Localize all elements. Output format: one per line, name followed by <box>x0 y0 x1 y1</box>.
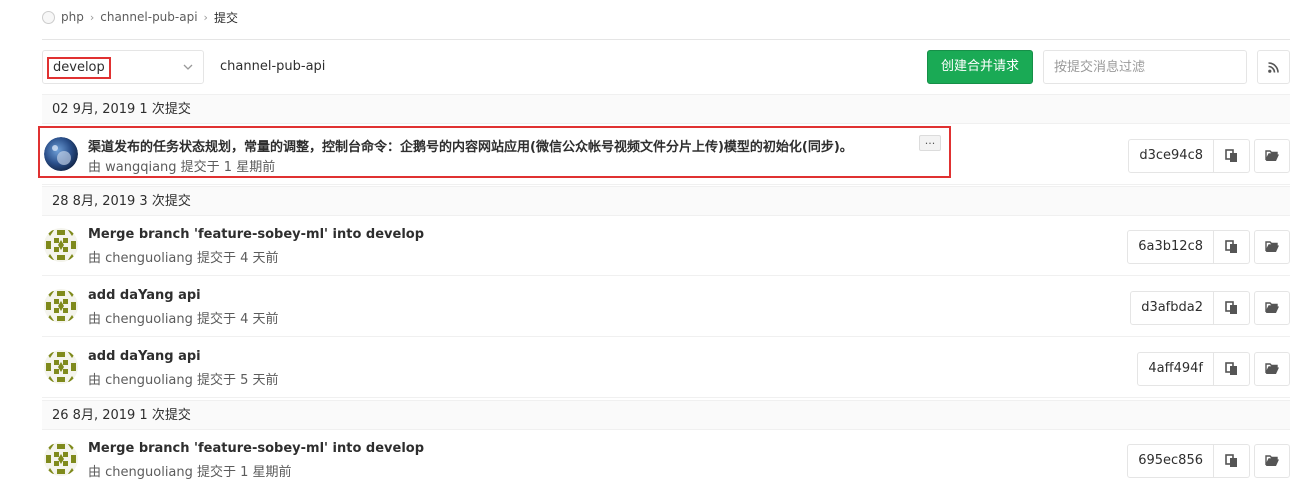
copy-icon <box>1225 240 1237 253</box>
commit-sha-link[interactable]: 4aff494f <box>1137 352 1214 386</box>
commit-title[interactable]: add daYang api <box>88 288 201 303</box>
commit-row[interactable]: add daYang api 由 chenguoliang 提交于 5 天前 4… <box>42 338 1290 398</box>
commit-filter-input[interactable] <box>1043 50 1247 84</box>
copy-sha-button[interactable] <box>1214 139 1250 173</box>
chevron-down-icon <box>183 64 193 70</box>
breadcrumb-separator: › <box>89 10 95 24</box>
commit-meta: 由 chenguoliang 提交于 5 天前 <box>88 373 279 388</box>
commit-sha-group: 695ec856 <box>1127 444 1290 478</box>
commit-meta: 由 wangqiang 提交于 1 星期前 <box>88 160 276 175</box>
copy-icon <box>1225 301 1237 314</box>
commit-title[interactable]: 渠道发布的任务状态规划，常量的调整，控制台命令：企鹅号的内容网站应用(微信公众帐… <box>88 136 853 155</box>
commit-sha-link[interactable]: 695ec856 <box>1127 444 1214 478</box>
commit-sha-link[interactable]: d3ce94c8 <box>1128 139 1214 173</box>
day-header: 26 8月, 2019 1 次提交 <box>42 400 1290 430</box>
commit-sha-group: d3ce94c8 <box>1128 139 1290 173</box>
avatar[interactable] <box>44 350 78 384</box>
user-avatar-photo <box>44 137 78 171</box>
browse-files-button[interactable] <box>1254 291 1290 325</box>
identicon-avatar-icon <box>44 289 78 323</box>
commits-toolbar: develop channel-pub-api 创建合并请求 <box>42 50 1290 86</box>
commit-meta: 由 chenguoliang 提交于 4 天前 <box>88 251 279 266</box>
commit-meta: 由 chenguoliang 提交于 1 星期前 <box>88 465 292 480</box>
commit-sha-link[interactable]: d3afbda2 <box>1130 291 1214 325</box>
commit-row[interactable]: add daYang api 由 chenguoliang 提交于 4 天前 d… <box>42 277 1290 337</box>
avatar[interactable] <box>44 228 78 262</box>
commit-row[interactable]: Merge branch 'feature-sobey-ml' into dev… <box>42 216 1290 276</box>
commit-title[interactable]: Merge branch 'feature-sobey-ml' into dev… <box>88 441 424 456</box>
identicon-avatar-icon <box>44 350 78 384</box>
copy-sha-button[interactable] <box>1214 291 1250 325</box>
folder-open-icon <box>1264 363 1279 374</box>
avatar[interactable] <box>44 442 78 476</box>
identicon-avatar-icon <box>44 228 78 262</box>
commit-sha-group: 4aff494f <box>1137 352 1290 386</box>
copy-icon <box>1225 362 1237 375</box>
copy-sha-button[interactable] <box>1214 444 1250 478</box>
folder-open-icon <box>1264 241 1279 252</box>
commit-sha-group: 6a3b12c8 <box>1127 230 1290 264</box>
day-header: 02 9月, 2019 1 次提交 <box>42 94 1290 124</box>
avatar[interactable] <box>44 289 78 323</box>
branch-select[interactable]: develop <box>42 50 204 84</box>
identicon-avatar-icon <box>44 442 78 476</box>
browse-files-button[interactable] <box>1254 230 1290 264</box>
commit-title[interactable]: Merge branch 'feature-sobey-ml' into dev… <box>88 227 424 242</box>
browse-files-button[interactable] <box>1254 444 1290 478</box>
copy-sha-button[interactable] <box>1214 352 1250 386</box>
rss-button[interactable] <box>1257 50 1290 84</box>
day-header: 28 8月, 2019 3 次提交 <box>42 186 1290 216</box>
folder-open-icon <box>1264 455 1279 466</box>
rss-icon <box>1268 61 1279 73</box>
divider <box>42 39 1290 40</box>
project-logo-icon[interactable] <box>42 10 55 24</box>
create-merge-request-button[interactable]: 创建合并请求 <box>927 50 1033 84</box>
commit-meta: 由 chenguoliang 提交于 4 天前 <box>88 312 279 327</box>
breadcrumb-separator: › <box>203 10 208 24</box>
project-name: channel-pub-api <box>220 59 326 74</box>
avatar[interactable] <box>44 137 78 171</box>
copy-sha-button[interactable] <box>1214 230 1250 264</box>
commit-sha-link[interactable]: 6a3b12c8 <box>1127 230 1214 264</box>
commit-row[interactable]: Merge branch 'feature-sobey-ml' into dev… <box>42 430 1290 486</box>
breadcrumb-item-php[interactable]: php <box>61 10 84 24</box>
browse-files-button[interactable] <box>1254 139 1290 173</box>
commit-row[interactable]: 渠道发布的任务状态规划，常量的调整，控制台命令：企鹅号的内容网站应用(微信公众帐… <box>38 125 1290 185</box>
commit-sha-group: d3afbda2 <box>1130 291 1290 325</box>
copy-icon <box>1225 149 1237 162</box>
folder-open-icon <box>1264 302 1279 313</box>
breadcrumb-item-commits[interactable]: 提交 <box>214 9 238 26</box>
browse-files-button[interactable] <box>1254 352 1290 386</box>
breadcrumb-item-project[interactable]: channel-pub-api <box>100 10 197 24</box>
folder-open-icon <box>1264 150 1279 161</box>
commit-title[interactable]: add daYang api <box>88 349 201 364</box>
expand-description-button[interactable]: ... <box>919 135 941 151</box>
branch-name: develop <box>47 57 111 79</box>
copy-icon <box>1225 454 1237 467</box>
breadcrumb: php › channel-pub-api › 提交 <box>42 0 238 34</box>
